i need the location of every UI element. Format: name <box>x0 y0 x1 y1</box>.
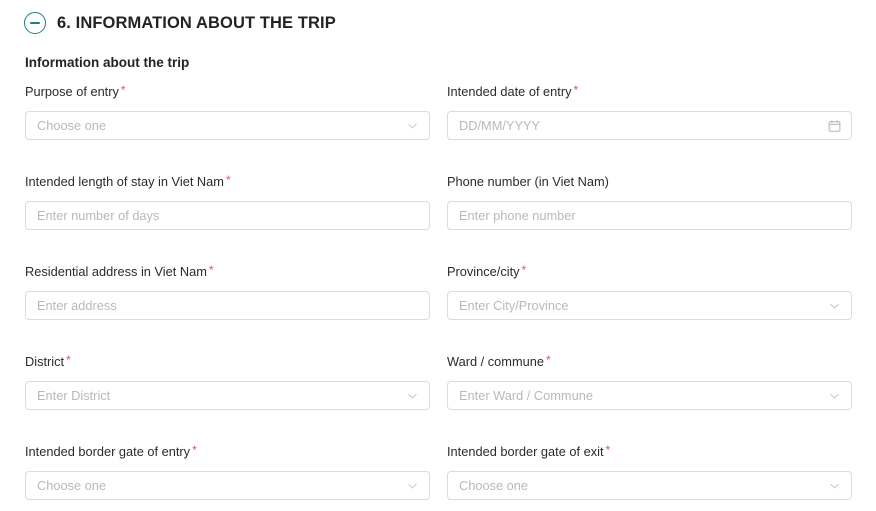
form-row: Intended length of stay in Viet Nam * Ente… <box>25 173 852 230</box>
calendar-icon[interactable] <box>828 119 841 132</box>
required-asterisk: * <box>66 353 71 367</box>
required-asterisk: * <box>573 83 579 97</box>
input-border-gate-entry[interactable]: Choose one <box>25 471 430 500</box>
form-row: Intended border gate of entry * Choose one… <box>25 443 852 500</box>
field-intended-length-of-stay: Intended length of stay in Viet Nam * Ente… <box>25 173 430 230</box>
placeholder-ward-commune: Enter Ward / Commune <box>459 388 593 403</box>
label-text-intended-length-of-stay: Intended length of stay in Viet Nam <box>25 174 224 189</box>
label-intended-date-of-entry: Intended date of entry * <box>447 83 852 100</box>
required-asterisk: * <box>521 263 527 277</box>
label-text-phone-number: Phone number (in Viet Nam) <box>447 174 609 189</box>
label-text-province-city: Province/city <box>447 264 520 279</box>
minus-circle-icon[interactable] <box>24 12 46 34</box>
label-text-residential-address: Residential address in Viet Nam <box>25 264 207 279</box>
label-residential-address: Residential address in Viet Nam * <box>25 263 430 280</box>
placeholder-phone-number: Enter phone number <box>459 208 576 223</box>
label-text-intended-date-of-entry: Intended date of entry <box>447 84 572 99</box>
section-title: 6. INFORMATION ABOUT THE TRIP <box>57 14 336 32</box>
label-district: District * <box>25 353 430 370</box>
form-row: Purpose of entry * Choose one Intended date… <box>25 83 852 140</box>
field-intended-date-of-entry: Intended date of entry * DD/MM/YYYY <box>447 83 852 140</box>
required-asterisk: * <box>545 353 551 367</box>
label-ward-commune: Ward / commune * <box>447 353 852 370</box>
required-asterisk: * <box>192 443 197 457</box>
sub-heading: Information about the trip <box>25 55 190 70</box>
placeholder-residential-address: Enter address <box>37 298 117 313</box>
label-text-district: District <box>25 354 65 369</box>
form-row: District * Enter District Ward / commune * En… <box>25 353 852 410</box>
placeholder-province-city: Enter City/Province <box>459 298 569 313</box>
placeholder-intended-date-of-entry: DD/MM/YYYY <box>459 118 541 133</box>
required-asterisk: * <box>120 83 126 97</box>
label-purpose-of-entry: Purpose of entry * <box>25 83 430 100</box>
placeholder-intended-length-of-stay: Enter number of days <box>37 208 160 223</box>
field-ward-commune: Ward / commune * Enter Ward / Commune <box>447 353 852 410</box>
label-text-border-gate-exit: Intended border gate of exit <box>447 444 604 459</box>
field-residential-address: Residential address in Viet Nam * Enter ad… <box>25 263 430 320</box>
input-district[interactable]: Enter District <box>25 381 430 410</box>
label-text-purpose-of-entry: Purpose of entry <box>25 84 119 99</box>
trip-information-section: 6. INFORMATION ABOUT THE TRIP Informatio… <box>0 0 876 511</box>
placeholder-border-gate-entry: Choose one <box>37 478 107 493</box>
label-intended-length-of-stay: Intended length of stay in Viet Nam * <box>25 173 430 190</box>
field-purpose-of-entry: Purpose of entry * Choose one <box>25 83 430 140</box>
section-header: 6. INFORMATION ABOUT THE TRIP <box>24 10 336 36</box>
placeholder-purpose-of-entry: Choose one <box>37 118 107 133</box>
field-border-gate-exit: Intended border gate of exit * Choose one <box>447 443 852 500</box>
input-border-gate-exit[interactable]: Choose one <box>447 471 852 500</box>
placeholder-district: Enter District <box>37 388 111 403</box>
label-province-city: Province/city * <box>447 263 852 280</box>
label-phone-number: Phone number (in Viet Nam) <box>447 173 852 190</box>
input-province-city[interactable]: Enter City/Province <box>447 291 852 320</box>
required-asterisk: * <box>208 263 214 277</box>
label-border-gate-entry: Intended border gate of entry * <box>25 443 430 460</box>
form-row: Residential address in Viet Nam * Enter ad… <box>25 263 852 320</box>
input-intended-date-of-entry[interactable]: DD/MM/YYYY <box>447 111 852 140</box>
required-asterisk: * <box>225 173 231 187</box>
field-district: District * Enter District <box>25 353 430 410</box>
label-text-ward-commune: Ward / commune <box>447 354 544 369</box>
input-intended-length-of-stay[interactable]: Enter number of days <box>25 201 430 230</box>
field-phone-number: Phone number (in Viet Nam) Enter phone nu… <box>447 173 852 230</box>
label-text-border-gate-entry: Intended border gate of entry <box>25 444 191 459</box>
label-border-gate-exit: Intended border gate of exit * <box>447 443 852 460</box>
field-border-gate-entry: Intended border gate of entry * Choose one <box>25 443 430 500</box>
input-phone-number[interactable]: Enter phone number <box>447 201 852 230</box>
required-asterisk: * <box>605 443 611 457</box>
input-ward-commune[interactable]: Enter Ward / Commune <box>447 381 852 410</box>
input-residential-address[interactable]: Enter address <box>25 291 430 320</box>
trip-form-grid: Purpose of entry * Choose one Intended date… <box>25 83 852 500</box>
field-province-city: Province/city * Enter City/Province <box>447 263 852 320</box>
placeholder-border-gate-exit: Choose one <box>459 478 529 493</box>
minus-bar <box>30 22 40 24</box>
input-purpose-of-entry[interactable]: Choose one <box>25 111 430 140</box>
